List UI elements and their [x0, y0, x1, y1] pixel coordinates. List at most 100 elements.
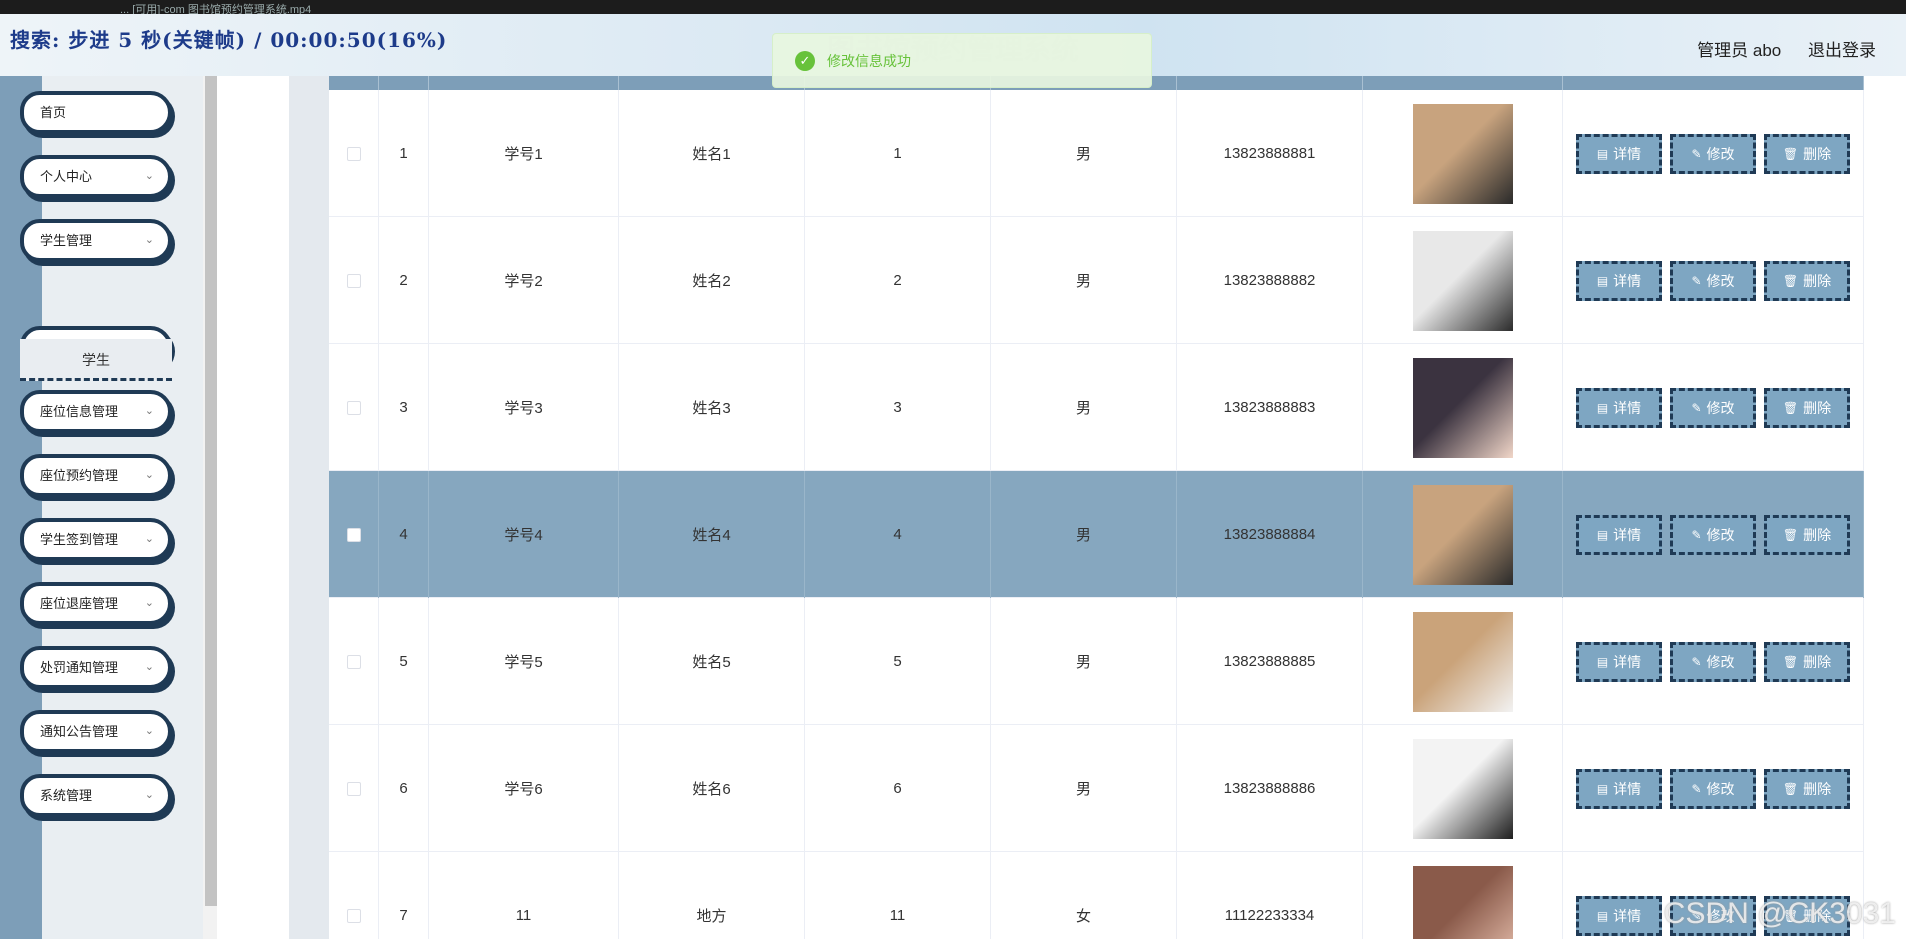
button-label: 删除	[1803, 145, 1832, 162]
button-label: 修改	[1706, 272, 1735, 289]
student-photo	[1412, 484, 1513, 585]
photo-cell	[1363, 725, 1563, 852]
chevron-down-icon: ⌄	[144, 469, 154, 481]
delete-button[interactable]: 🗑 删除	[1764, 133, 1850, 174]
photo-cell	[1363, 852, 1563, 939]
actions-cell: ▤ 详情 ✎ 修改 🗑 删除	[1563, 598, 1864, 725]
button-label: 详情	[1613, 907, 1642, 924]
button-label: 修改	[1706, 145, 1735, 162]
sidebar-item-7[interactable]: 座位退座管理 ⌄	[20, 582, 172, 625]
edit-button[interactable]: ✎ 修改	[1670, 514, 1756, 555]
row-checkbox[interactable]	[346, 146, 361, 161]
age-cell: 2	[805, 217, 991, 344]
sidebar-item-0[interactable]: 首页	[20, 91, 172, 134]
actions-cell: ▤ 详情 ✎ 修改 🗑 删除	[1563, 90, 1864, 217]
student-id-cell: 学号4	[429, 471, 619, 598]
check-circle-icon: ✓	[795, 50, 815, 71]
edit-button[interactable]: ✎ 修改	[1670, 260, 1756, 301]
chevron-down-icon: ⌄	[144, 234, 154, 246]
detail-button[interactable]: ▤ 详情	[1576, 133, 1662, 174]
row-checkbox[interactable]	[346, 273, 361, 288]
edit-button[interactable]: ✎ 修改	[1670, 133, 1756, 174]
table-row[interactable]: 4 学号4 姓名4 4 男 13823888884 ▤ 详情 ✎ 修改 🗑 删除	[329, 471, 1864, 598]
button-label: 详情	[1613, 780, 1642, 797]
sidebar-item-2[interactable]: 学生管理 ⌄	[20, 219, 172, 262]
delete-button[interactable]: 🗑 删除	[1764, 768, 1850, 809]
pencil-icon: ✎	[1691, 146, 1702, 161]
table-row[interactable]: 6 学号6 姓名6 6 男 13823888886 ▤ 详情 ✎ 修改 🗑 删除	[329, 725, 1864, 852]
csdn-watermark: CSDN @CK3031	[1663, 897, 1896, 930]
detail-button[interactable]: ▤ 详情	[1576, 387, 1662, 428]
trash-icon: 🗑	[1782, 527, 1799, 542]
sidebar-item-10[interactable]: 系统管理 ⌄	[20, 774, 172, 817]
sex-cell: 男	[991, 90, 1177, 217]
table-row[interactable]: 3 学号3 姓名3 3 男 13823888883 ▤ 详情 ✎ 修改 🗑 删除	[329, 344, 1864, 471]
edit-button[interactable]: ✎ 修改	[1670, 641, 1756, 682]
student-photo	[1412, 865, 1513, 939]
table-row[interactable]: 2 学号2 姓名2 2 男 13823888882 ▤ 详情 ✎ 修改 🗑 删除	[329, 217, 1864, 344]
row-index: 6	[379, 725, 429, 852]
document-icon: ▤	[1596, 527, 1609, 542]
sidebar-subitem-student[interactable]: 学生	[20, 339, 172, 381]
edit-button[interactable]: ✎ 修改	[1670, 768, 1756, 809]
phone-cell: 13823888886	[1177, 725, 1363, 852]
table-row[interactable]: 1 学号1 姓名1 1 男 13823888881 ▤ 详情 ✎ 修改 🗑 删除	[329, 90, 1864, 217]
actions-cell: ▤ 详情 ✎ 修改 🗑 删除	[1563, 217, 1864, 344]
row-checkbox[interactable]	[346, 908, 361, 923]
student-name-cell: 姓名4	[619, 471, 805, 598]
student-id-cell: 学号3	[429, 344, 619, 471]
phone-cell: 13823888885	[1177, 598, 1363, 725]
photo-cell	[1363, 90, 1563, 217]
sidebar-item-label: 个人中心	[40, 169, 93, 184]
sex-cell: 男	[991, 598, 1177, 725]
table-row[interactable]: 5 学号5 姓名5 5 男 13823888885 ▤ 详情 ✎ 修改 🗑 删除	[329, 598, 1864, 725]
student-photo	[1412, 230, 1513, 331]
sidebar-scrollbar-thumb[interactable]	[205, 76, 217, 906]
row-index: 1	[379, 90, 429, 217]
delete-button[interactable]: 🗑 删除	[1764, 641, 1850, 682]
sidebar-item-label: 座位信息管理	[40, 404, 119, 419]
detail-button[interactable]: ▤ 详情	[1576, 641, 1662, 682]
chevron-down-icon: ⌄	[144, 405, 154, 417]
pencil-icon: ✎	[1691, 273, 1702, 288]
row-checkbox-cell	[329, 344, 379, 471]
button-label: 修改	[1706, 399, 1735, 416]
detail-button[interactable]: ▤ 详情	[1576, 768, 1662, 809]
sidebar-item-label: 首页	[40, 105, 67, 120]
document-icon: ▤	[1596, 273, 1609, 288]
sex-cell: 男	[991, 725, 1177, 852]
student-photo	[1412, 103, 1513, 204]
delete-button[interactable]: 🗑 删除	[1764, 387, 1850, 428]
row-checkbox[interactable]	[346, 400, 361, 415]
sidebar-item-6[interactable]: 学生签到管理 ⌄	[20, 518, 172, 561]
row-checkbox[interactable]	[346, 527, 361, 542]
detail-button[interactable]: ▤ 详情	[1576, 514, 1662, 555]
row-checkbox-cell	[329, 852, 379, 939]
sidebar-item-9[interactable]: 通知公告管理 ⌄	[20, 710, 172, 753]
edit-button[interactable]: ✎ 修改	[1670, 387, 1756, 428]
chevron-down-icon: ⌄	[144, 725, 154, 737]
detail-button[interactable]: ▤ 详情	[1576, 895, 1662, 936]
photo-cell	[1363, 598, 1563, 725]
student-name-cell: 姓名5	[619, 598, 805, 725]
sidebar-item-1[interactable]: 个人中心 ⌄	[20, 155, 172, 198]
row-checkbox[interactable]	[346, 654, 361, 669]
logout-link[interactable]: 退出登录	[1808, 41, 1876, 60]
row-checkbox-cell	[329, 217, 379, 344]
sidebar-item-5[interactable]: 座位预约管理 ⌄	[20, 454, 172, 497]
sidebar-item-4[interactable]: 座位信息管理 ⌄	[20, 390, 172, 433]
delete-button[interactable]: 🗑 删除	[1764, 260, 1850, 301]
button-label: 详情	[1613, 145, 1642, 162]
student-id-cell: 学号5	[429, 598, 619, 725]
button-label: 详情	[1613, 399, 1642, 416]
detail-button[interactable]: ▤ 详情	[1576, 260, 1662, 301]
row-checkbox[interactable]	[346, 781, 361, 796]
actions-cell: ▤ 详情 ✎ 修改 🗑 删除	[1563, 344, 1864, 471]
document-icon: ▤	[1596, 654, 1609, 669]
sidebar-menu: 首页个人中心⌄学生管理⌄图书馆信息管理⌄座位信息管理⌄座位预约管理⌄学生签到管理…	[0, 76, 200, 939]
delete-button[interactable]: 🗑 删除	[1764, 514, 1850, 555]
button-label: 详情	[1613, 272, 1642, 289]
sidebar-item-8[interactable]: 处罚通知管理 ⌄	[20, 646, 172, 689]
sidebar-item-label: 学生签到管理	[40, 532, 119, 547]
table-row[interactable]: 7 11 地方 11 女 11122233334 ▤ 详情 ✎ 修改 🗑 删除	[329, 852, 1864, 939]
